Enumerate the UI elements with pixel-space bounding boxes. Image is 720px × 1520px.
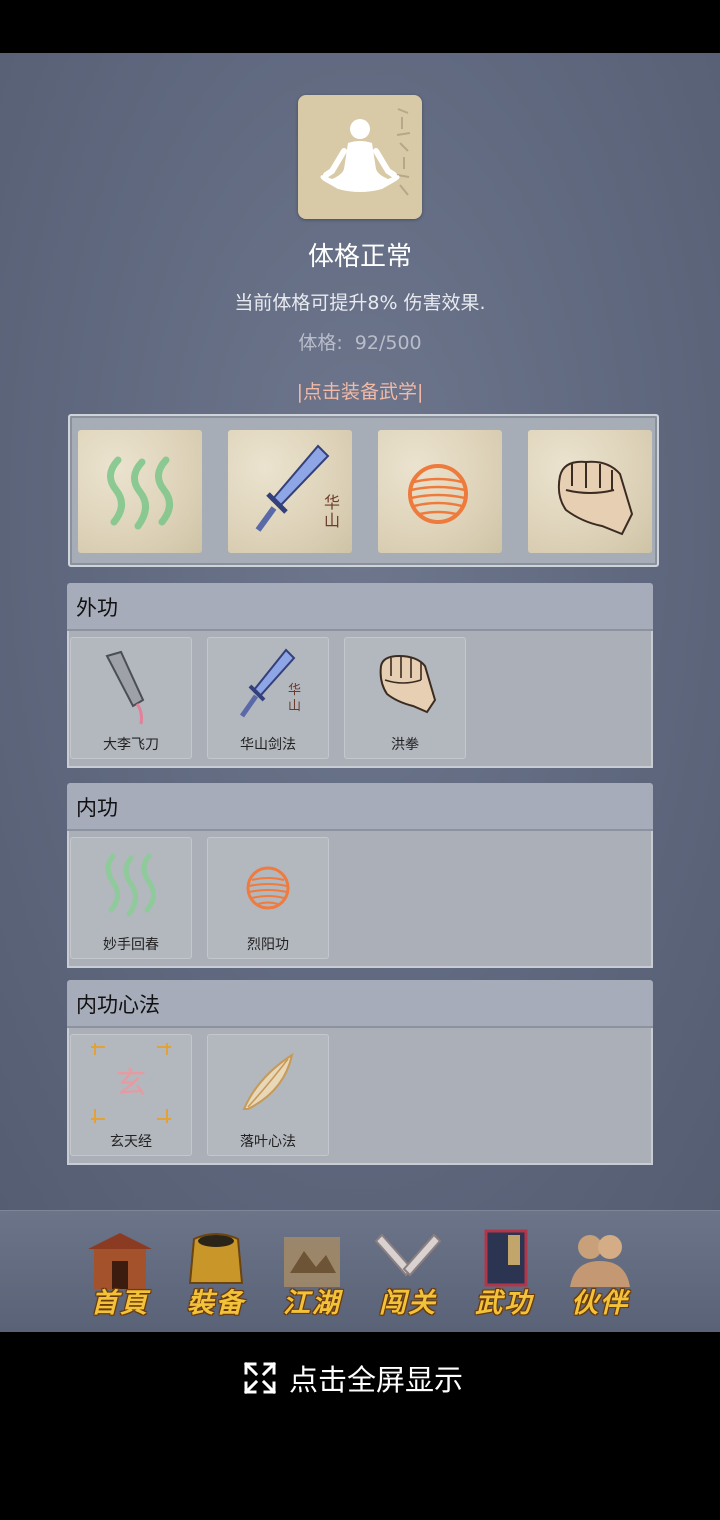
section-title-outer: 外功 xyxy=(67,583,653,631)
status-bar xyxy=(0,0,720,53)
fist-icon xyxy=(379,654,437,714)
healing-wave-icon xyxy=(107,456,173,530)
skill-name: 落叶心法 xyxy=(240,1134,296,1150)
meditation-avatar xyxy=(298,95,422,219)
huashan-sword-icon: 华 山 xyxy=(255,444,340,532)
nav-home[interactable]: 首頁 xyxy=(78,1229,162,1319)
nav-companions[interactable]: 伙伴 xyxy=(558,1229,642,1319)
section-title-mind: 内功心法 xyxy=(67,980,653,1028)
bottom-nav: 首頁 裝备 江湖 闯关 武功 伙伴 xyxy=(0,1210,720,1332)
nav-jianghu[interactable]: 江湖 xyxy=(270,1229,354,1319)
healing-wave-icon xyxy=(105,853,156,917)
skill-card-healing[interactable]: 妙手回春 xyxy=(70,837,192,959)
inner-skill-list: 妙手回春 烈阳功 xyxy=(67,831,653,968)
svg-text:山: 山 xyxy=(324,512,340,530)
section-outer-skills: 外功 大李飞刀 华 山 华山剑法 洪拳 xyxy=(67,583,653,768)
xuan-scripture-icon: 玄 xyxy=(91,1043,171,1123)
flying-knife-icon xyxy=(105,650,145,725)
equip-martial-arts-link[interactable]: |点击装备武学| xyxy=(0,377,720,404)
skill-card-xuan[interactable]: 玄 玄天经 xyxy=(70,1034,192,1156)
equip-slot-1[interactable] xyxy=(78,430,202,553)
skill-card-flying-knife[interactable]: 大李飞刀 xyxy=(70,637,192,759)
skill-name: 妙手回春 xyxy=(103,937,159,953)
huashan-sword-icon: 华 山 xyxy=(239,648,301,718)
fist-icon xyxy=(557,460,634,536)
constitution-label: 体格: xyxy=(298,332,343,354)
skill-name: 洪拳 xyxy=(391,737,419,753)
martial-arts-screen: 体格正常 当前体格可提升8% 伤害效果. 体格: 92/500 |点击装备武学| … xyxy=(0,53,720,1210)
skill-name: 烈阳功 xyxy=(247,937,289,953)
nav-label: 伙伴 xyxy=(571,1288,629,1319)
section-title-inner: 内功 xyxy=(67,783,653,831)
skill-name: 华山剑法 xyxy=(240,737,296,753)
nav-label: 裝备 xyxy=(187,1288,245,1319)
section-inner-skills: 内功 妙手回春 烈阳功 xyxy=(67,783,653,968)
skill-card-fist[interactable]: 洪拳 xyxy=(344,637,466,759)
nav-challenge[interactable]: 闯关 xyxy=(366,1229,450,1319)
expand-icon xyxy=(243,1361,277,1395)
equip-slot-3[interactable] xyxy=(378,430,502,553)
nav-label: 闯关 xyxy=(379,1288,437,1319)
svg-text:华: 华 xyxy=(324,494,340,512)
skill-card-huashan-sword[interactable]: 华 山 华山剑法 xyxy=(207,637,329,759)
equip-slot-4[interactable] xyxy=(528,430,652,553)
nav-label: 首頁 xyxy=(91,1288,149,1319)
nav-martial-arts[interactable]: 武功 xyxy=(462,1229,546,1319)
section-mind-skills: 内功心法 玄 玄天经 落叶心法 xyxy=(67,980,653,1165)
constitution-effect-text: 当前体格可提升8% 伤害效果. xyxy=(234,292,486,314)
meditation-figure-icon xyxy=(320,119,400,192)
constitution-status-title: 体格正常 xyxy=(307,242,412,272)
constitution-readout: 体格: 92/500 xyxy=(0,328,720,355)
sun-orb-icon xyxy=(408,464,468,524)
outer-skill-list: 大李飞刀 华 山 华山剑法 洪拳 xyxy=(67,631,653,768)
skill-card-leaf[interactable]: 落叶心法 xyxy=(207,1034,329,1156)
equip-slot-2[interactable]: 华 山 xyxy=(228,430,352,553)
nav-label: 江湖 xyxy=(283,1288,341,1319)
constitution-value: 92/500 xyxy=(354,332,422,354)
falling-leaf-icon xyxy=(242,1052,294,1110)
skill-name: 玄天经 xyxy=(110,1134,152,1150)
xuan-glyph: 玄 xyxy=(116,1067,146,1100)
fullscreen-bar: 点击全屏显示 xyxy=(0,1332,720,1520)
skill-card-sun[interactable]: 烈阳功 xyxy=(207,837,329,959)
mind-skill-list: 玄 玄天经 落叶心法 xyxy=(67,1028,653,1165)
nav-label: 武功 xyxy=(475,1288,533,1319)
svg-text:山: 山 xyxy=(288,698,301,713)
skill-name: 大李飞刀 xyxy=(103,737,159,753)
equipped-skills-bar: 华 山 xyxy=(68,414,659,567)
nav-equipment[interactable]: 裝备 xyxy=(174,1229,258,1319)
sun-orb-icon xyxy=(246,866,290,910)
fullscreen-button[interactable]: 点击全屏显示 xyxy=(243,1360,464,1397)
svg-text:华: 华 xyxy=(288,682,301,697)
fullscreen-label: 点击全屏显示 xyxy=(289,1363,464,1397)
